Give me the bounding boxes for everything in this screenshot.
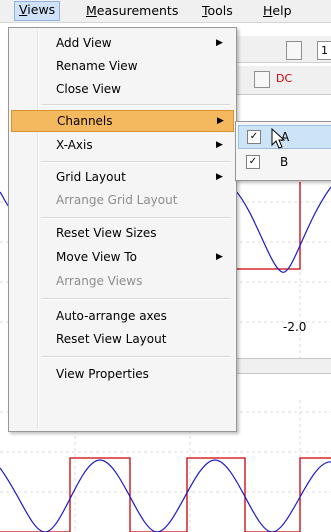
menu-item-label: X-Axis	[56, 138, 93, 152]
menu-item-label: Close View	[56, 82, 121, 96]
menu-item-label: Reset View Layout	[56, 332, 167, 346]
menu-item-label: View Properties	[56, 367, 149, 381]
menu-item-label: Channels	[57, 114, 113, 128]
mouse-pointer-icon	[271, 128, 286, 149]
menu-item-reset-view-sizes[interactable]: Reset View Sizes	[11, 222, 234, 244]
channel-item-b[interactable]: ✓ B	[238, 151, 331, 173]
checkmark-icon: ✓	[246, 155, 260, 169]
menu-item-label: Arrange Grid Layout	[56, 193, 178, 207]
submenu-arrow-icon: ▶	[217, 116, 224, 126]
menu-help[interactable]: Help	[263, 3, 292, 18]
menu-item-arrange-views: Arrange Views	[11, 270, 234, 292]
menu-item-reset-view-layout[interactable]: Reset View Layout	[11, 328, 234, 350]
view-splitter[interactable]	[232, 358, 331, 374]
menu-separator	[41, 298, 231, 300]
menu-item-channels[interactable]: Channels ▶	[11, 110, 234, 132]
submenu-arrow-icon: ▶	[216, 140, 223, 150]
menu-item-label: Move View To	[56, 250, 137, 264]
views-dropdown-menu: Add View ▶ Rename View Close View Channe…	[8, 27, 237, 432]
menu-item-label: Auto-arrange axes	[56, 309, 167, 323]
spin-button[interactable]	[286, 41, 302, 60]
menu-item-view-properties[interactable]: View Properties	[11, 363, 234, 385]
menu-separator	[41, 217, 231, 219]
menu-item-auto-arrange-axes[interactable]: Auto-arrange axes	[11, 305, 234, 327]
menu-tools[interactable]: Tools	[202, 3, 233, 18]
menu-views[interactable]: Views	[14, 1, 61, 21]
menu-separator	[41, 356, 231, 358]
menu-item-x-axis[interactable]: X-Axis ▶	[11, 134, 234, 156]
menu-item-label: Rename View	[56, 59, 138, 73]
submenu-arrow-icon: ▶	[216, 172, 223, 182]
submenu-arrow-icon: ▶	[216, 38, 223, 48]
value-field[interactable]: 1	[317, 41, 331, 60]
menu-item-label: Arrange Views	[56, 274, 143, 288]
menu-item-label: Add View	[56, 36, 112, 50]
checkmark-icon: ✓	[247, 130, 261, 144]
menu-item-add-view[interactable]: Add View ▶	[11, 32, 234, 54]
menu-bar: Views Measurements Tools Help	[0, 0, 331, 23]
menu-item-arrange-grid-layout: Arrange Grid Layout	[11, 189, 234, 211]
menu-separator	[41, 104, 231, 106]
menu-item-close-view[interactable]: Close View	[11, 78, 234, 100]
menu-item-grid-layout[interactable]: Grid Layout ▶	[11, 166, 234, 188]
menu-item-label: Grid Layout	[56, 170, 126, 184]
menu-measurements[interactable]: Measurements	[86, 3, 178, 18]
coupling-dropdown[interactable]	[254, 71, 270, 88]
axis-tick-label: -2.0	[283, 320, 307, 334]
coupling-label: DC	[276, 72, 293, 85]
menu-item-move-view-to[interactable]: Move View To ▶	[11, 246, 234, 268]
menu-item-label: Reset View Sizes	[56, 226, 157, 240]
menu-separator	[41, 161, 231, 163]
submenu-arrow-icon: ▶	[216, 252, 223, 262]
menu-item-rename-view[interactable]: Rename View	[11, 55, 234, 77]
channel-label: B	[280, 155, 289, 169]
